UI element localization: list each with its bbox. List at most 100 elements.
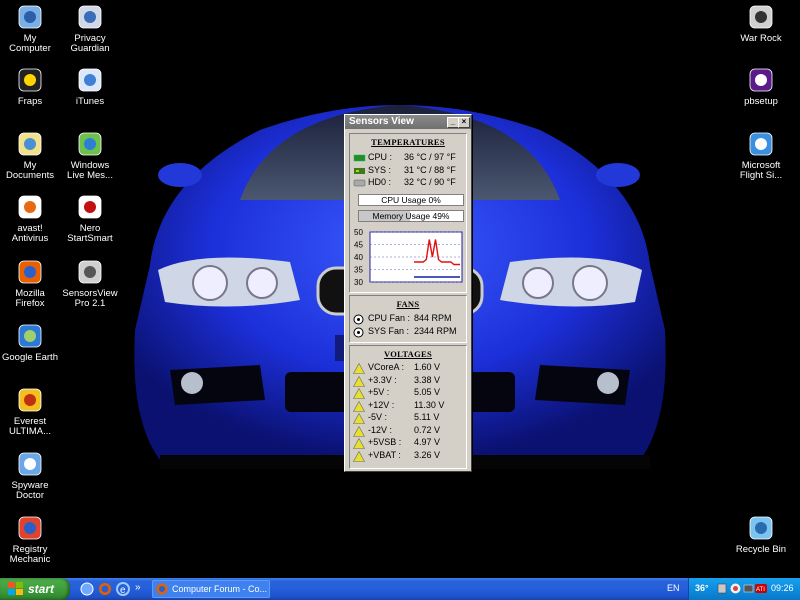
desktop-icon-label: Windows Live Mes... <box>67 160 113 181</box>
everest-icon <box>18 388 42 412</box>
desktop-icon[interactable]: iTunes <box>57 66 123 107</box>
desktop-icon-label: avast! Antivirus <box>11 223 49 244</box>
windows-live-messenger-icon <box>78 132 102 156</box>
desktop-icon[interactable]: War Rock <box>728 3 794 44</box>
start-button[interactable]: start <box>0 578 70 600</box>
desktop-icon-label: My Documents <box>5 160 55 181</box>
memory-usage-bar: Memory Usage 49% <box>358 210 464 222</box>
desktop-icon[interactable]: My Documents <box>0 130 63 181</box>
warning-triangle-icon <box>353 438 365 449</box>
firefox-icon <box>156 583 168 595</box>
desktop-icon-label: iTunes <box>75 96 105 107</box>
window-title: Sensors View <box>349 116 414 127</box>
desktop-icon-label: Recycle Bin <box>735 544 787 555</box>
desktop-icon-label: pbsetup <box>744 96 778 107</box>
warning-triangle-icon <box>353 400 365 412</box>
flight-simulator-icon <box>749 132 773 156</box>
firefox-quicklaunch-icon[interactable] <box>98 582 112 596</box>
show-desktop-icon[interactable] <box>80 582 94 596</box>
desktop-icon[interactable]: Spyware Doctor <box>0 450 63 501</box>
desktop-icon-label: Mozilla Firefox <box>15 288 45 309</box>
desktop-icon[interactable]: My Computer <box>0 3 63 54</box>
desktop-icon[interactable]: Microsoft Flight Si... <box>728 130 794 181</box>
voltage-row: +3.3V : 3.38 V <box>350 375 466 388</box>
warning-triangle-icon <box>353 450 365 462</box>
fraps-icon <box>18 68 42 92</box>
voltage-row: +5VSB : 4.97 V <box>350 437 466 450</box>
privacy-guardian-icon <box>78 5 102 29</box>
desktop-icon[interactable]: SensorsView Pro 2.1 <box>57 258 123 309</box>
voltage-row: +5V : 5.05 V <box>350 387 466 400</box>
window-titlebar[interactable]: Sensors View _ × <box>345 115 471 129</box>
desktop-icon[interactable]: Nero StartSmart <box>57 193 123 244</box>
avast-icon <box>18 195 42 219</box>
voltages-heading: VOLTAGES <box>383 349 433 359</box>
desktop-icon[interactable]: Registry Mechanic <box>0 514 63 565</box>
voltage-row: VCoreA : 1.60 V <box>350 362 466 375</box>
desktop-icon[interactable]: Google Earth <box>0 322 63 363</box>
desktop-icon-label: War Rock <box>740 33 782 44</box>
desktop-icon-label: SensorsView Pro 2.1 <box>62 288 118 309</box>
desktop-icon-label: Nero StartSmart <box>67 223 113 244</box>
fans-panel: FANS CPU Fan : 844 RPM SYS Fan : 2344 RP… <box>349 295 467 343</box>
desktop-icon-label: Fraps <box>17 96 43 107</box>
sensorsview-icon <box>78 260 102 284</box>
desktop-icon-label: Registry Mechanic <box>9 544 51 565</box>
svg-text:e: e <box>120 585 126 596</box>
voltage-row: +12V : 11.30 V <box>350 400 466 413</box>
svg-text:ATI: ATI <box>756 587 765 593</box>
voltage-row: -12V : 0.72 V <box>350 425 466 438</box>
temperature-graph: 50 45 40 35 30 <box>354 228 463 287</box>
itunes-icon <box>78 68 102 92</box>
desktop-icon[interactable]: Everest ULTIMA... <box>0 386 63 437</box>
firefox-icon <box>18 260 42 284</box>
fan-icon <box>353 314 364 325</box>
temperatures-heading: TEMPERATURES <box>371 137 445 147</box>
graph-y-tick: 45 <box>354 241 363 250</box>
security-tray-icon[interactable] <box>730 583 741 594</box>
graph-y-tick: 35 <box>354 266 363 275</box>
my-computer-icon <box>18 5 42 29</box>
warning-triangle-icon <box>353 388 365 399</box>
pbsetup-icon <box>749 68 773 92</box>
taskbar-item-browser[interactable]: Computer Forum - Co... <box>152 580 270 598</box>
desktop-icon[interactable]: pbsetup <box>728 66 794 107</box>
cpu-chip-icon <box>353 154 366 162</box>
sensors-view-window[interactable]: Sensors View _ × TEMPERATURES CPU : 36 °… <box>344 114 472 472</box>
desktop-icon[interactable]: Windows Live Mes... <box>57 130 123 181</box>
language-indicator[interactable]: EN <box>667 583 680 593</box>
desktop-icon[interactable]: avast! Antivirus <box>0 193 63 244</box>
start-label: start <box>28 582 55 596</box>
graph-y-tick: 50 <box>354 228 363 237</box>
network-tray-icon[interactable] <box>743 583 754 594</box>
desktop-icon[interactable]: Recycle Bin <box>728 514 794 555</box>
voltage-row: +VBAT : 3.26 V <box>350 450 466 463</box>
my-documents-icon <box>18 132 42 156</box>
desktop-icon[interactable]: Privacy Guardian <box>57 3 123 54</box>
windows-flag-icon <box>8 582 23 595</box>
quicklaunch-chevron-icon[interactable]: » <box>135 582 141 593</box>
motherboard-icon <box>354 167 365 174</box>
temperatures-panel: TEMPERATURES CPU : 36 °C / 97 °F SYS : 3… <box>349 133 467 293</box>
clock[interactable]: 09:26 <box>771 583 794 593</box>
fan-row-cpu: CPU Fan : 844 RPM <box>350 313 466 326</box>
cpu-usage-bar: CPU Usage 0% <box>358 194 464 206</box>
desktop-icon[interactable]: Mozilla Firefox <box>0 258 63 309</box>
system-tray: EN 36° ATI 09:26 <box>667 578 800 600</box>
desktop-icon[interactable]: Fraps <box>0 66 63 107</box>
voltage-list: VCoreA : 1.60 V +3.3V : 3.38 V +5V : 5.0… <box>350 362 466 462</box>
voltages-panel: VOLTAGES VCoreA : 1.60 V +3.3V : 3.38 V … <box>349 345 467 469</box>
taskbar: start e » Computer Forum - Co... EN 36° … <box>0 578 800 600</box>
recycle-bin-icon <box>749 516 773 540</box>
sensor-tray-icon[interactable] <box>717 583 727 594</box>
warning-triangle-icon <box>353 363 365 374</box>
close-button[interactable]: × <box>458 117 470 128</box>
tray-temperature[interactable]: 36° <box>695 583 709 593</box>
internet-explorer-icon[interactable]: e <box>116 582 130 596</box>
desktop-icon-label: Google Earth <box>2 352 58 363</box>
spyware-doctor-icon <box>18 452 42 476</box>
ati-tray-icon[interactable]: ATI <box>755 583 767 594</box>
desktop-icon-label: Everest ULTIMA... <box>8 416 52 437</box>
warning-triangle-icon <box>353 413 365 424</box>
warning-triangle-icon <box>353 375 365 387</box>
